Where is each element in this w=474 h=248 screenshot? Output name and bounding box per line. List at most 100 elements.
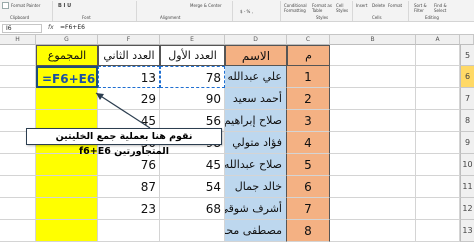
column-header-c[interactable]: C bbox=[287, 35, 330, 45]
cell-styles-button[interactable]: Cell Styles bbox=[336, 3, 350, 13]
row-header-6[interactable]: 6 bbox=[460, 66, 474, 88]
cell-total-12[interactable] bbox=[36, 198, 98, 220]
cell-total-13[interactable] bbox=[36, 220, 98, 242]
cell-first-7[interactable]: 90 bbox=[160, 88, 225, 110]
sort-filter-button[interactable]: Sort & Filter bbox=[414, 3, 430, 13]
format-button[interactable]: Format bbox=[388, 3, 402, 8]
header-index[interactable]: م bbox=[287, 45, 330, 66]
column-header-d[interactable]: D bbox=[225, 35, 287, 45]
insert-button[interactable]: Insert bbox=[356, 3, 367, 8]
row-header-12[interactable]: 12 bbox=[460, 198, 474, 220]
row-header-9[interactable]: 9 bbox=[460, 132, 474, 154]
cell-h12[interactable] bbox=[0, 198, 36, 220]
format-as-table-button[interactable]: Format as Table bbox=[312, 3, 332, 13]
cell-first-13[interactable] bbox=[160, 220, 225, 242]
cell-index-6[interactable]: 1 bbox=[287, 66, 330, 88]
cell-h11[interactable] bbox=[0, 176, 36, 198]
cell-name-12[interactable]: أشرف شوقي bbox=[225, 198, 287, 220]
cell-name-8[interactable]: صلاح إبراهيم bbox=[225, 110, 287, 132]
header-total[interactable]: المجموع bbox=[36, 45, 98, 66]
cell-total-11[interactable] bbox=[36, 176, 98, 198]
cell-a6[interactable] bbox=[416, 66, 460, 88]
conditional-formatting-button[interactable]: Conditional Formatting bbox=[284, 3, 310, 13]
cell-name-6[interactable]: علي عبدالله bbox=[225, 66, 287, 88]
cell-total-7[interactable] bbox=[36, 88, 98, 110]
cell-h13[interactable] bbox=[0, 220, 36, 242]
cell-h7[interactable] bbox=[0, 88, 36, 110]
header-first[interactable]: العدد الأول bbox=[160, 45, 225, 66]
cell-first-10[interactable]: 45 bbox=[160, 154, 225, 176]
cell-h6[interactable] bbox=[0, 66, 36, 88]
cell-b9[interactable] bbox=[330, 132, 416, 154]
cell-b7[interactable] bbox=[330, 88, 416, 110]
merge-center-button[interactable]: Merge & Center bbox=[190, 3, 222, 8]
cell-name-9[interactable]: فؤاد متولي bbox=[225, 132, 287, 154]
cell-h10[interactable] bbox=[0, 154, 36, 176]
cell-first-6[interactable]: 78 bbox=[160, 66, 225, 88]
row-header-11[interactable]: 11 bbox=[460, 176, 474, 198]
cell-b8[interactable] bbox=[330, 110, 416, 132]
column-header-f[interactable]: F bbox=[98, 35, 160, 45]
cell-total-6[interactable]: =F6+E6 bbox=[36, 66, 98, 88]
name-box[interactable]: I6 bbox=[2, 24, 42, 33]
cell-b10[interactable] bbox=[330, 154, 416, 176]
cell-index-9[interactable]: 4 bbox=[287, 132, 330, 154]
column-header-h[interactable]: H bbox=[0, 35, 36, 45]
cell-second-6[interactable]: 13 bbox=[98, 66, 160, 88]
cell-b5[interactable] bbox=[330, 45, 416, 66]
delete-button[interactable]: Delete bbox=[372, 3, 385, 8]
cell-first-12[interactable]: 68 bbox=[160, 198, 225, 220]
cell-a5[interactable] bbox=[416, 45, 460, 66]
fx-icon[interactable]: fx bbox=[48, 24, 54, 31]
cell-name-13[interactable]: مصطفى محمد bbox=[225, 220, 287, 242]
row-header-13[interactable]: 13 bbox=[460, 220, 474, 242]
cell-index-11[interactable]: 6 bbox=[287, 176, 330, 198]
cell-second-12[interactable]: 23 bbox=[98, 198, 160, 220]
row-header-7[interactable]: 7 bbox=[460, 88, 474, 110]
header-second[interactable]: العدد الثاني bbox=[98, 45, 160, 66]
row-header-10[interactable]: 10 bbox=[460, 154, 474, 176]
cell-b12[interactable] bbox=[330, 198, 416, 220]
find-select-button[interactable]: Find & Select bbox=[434, 3, 450, 13]
formula-input[interactable]: =F6+E6 bbox=[60, 24, 470, 33]
cell-a12[interactable] bbox=[416, 198, 460, 220]
ribbon: Format Painter Clipboard B I U Font Merg… bbox=[0, 0, 474, 22]
cell-first-11[interactable]: 54 bbox=[160, 176, 225, 198]
column-header-e[interactable]: E bbox=[160, 35, 225, 45]
cell-second-7[interactable]: 29 bbox=[98, 88, 160, 110]
column-header-b[interactable]: B bbox=[330, 35, 416, 45]
column-header-a[interactable]: A bbox=[416, 35, 460, 45]
cell-a7[interactable] bbox=[416, 88, 460, 110]
header-name[interactable]: الاسم bbox=[225, 45, 287, 66]
column-header-g[interactable]: G bbox=[36, 35, 98, 45]
cell-second-11[interactable]: 87 bbox=[98, 176, 160, 198]
cell-second-13[interactable] bbox=[98, 220, 160, 242]
cell-name-10[interactable]: صلاح عبدالله bbox=[225, 154, 287, 176]
bold-button[interactable]: B I U bbox=[58, 3, 71, 9]
cell-a9[interactable] bbox=[416, 132, 460, 154]
row-header-8[interactable]: 8 bbox=[460, 110, 474, 132]
cell-a10[interactable] bbox=[416, 154, 460, 176]
select-all-corner[interactable] bbox=[460, 35, 474, 45]
cell-index-13[interactable]: 8 bbox=[287, 220, 330, 242]
cell-index-10[interactable]: 5 bbox=[287, 154, 330, 176]
cell-b13[interactable] bbox=[330, 220, 416, 242]
cell-index-12[interactable]: 7 bbox=[287, 198, 330, 220]
cell-index-8[interactable]: 3 bbox=[287, 110, 330, 132]
format-painter-icon[interactable] bbox=[2, 2, 9, 9]
cell-a8[interactable] bbox=[416, 110, 460, 132]
cell-index-7[interactable]: 2 bbox=[287, 88, 330, 110]
row-header-5[interactable]: 5 bbox=[460, 45, 474, 66]
number-format-buttons[interactable]: $ - % , bbox=[240, 9, 253, 14]
cell-h5[interactable] bbox=[0, 45, 36, 66]
cell-a13[interactable] bbox=[416, 220, 460, 242]
formula-bar: I6 fx =F6+E6 bbox=[0, 22, 474, 35]
cell-b6[interactable] bbox=[330, 66, 416, 88]
format-painter-button[interactable]: Format Painter bbox=[11, 3, 40, 8]
cell-name-7[interactable]: أحمد سعيد bbox=[225, 88, 287, 110]
cell-a11[interactable] bbox=[416, 176, 460, 198]
cells-group-label: Cells bbox=[372, 15, 382, 20]
cell-name-11[interactable]: خالد جمال bbox=[225, 176, 287, 198]
cell-b11[interactable] bbox=[330, 176, 416, 198]
alignment-group-label: Alignment bbox=[160, 15, 181, 20]
